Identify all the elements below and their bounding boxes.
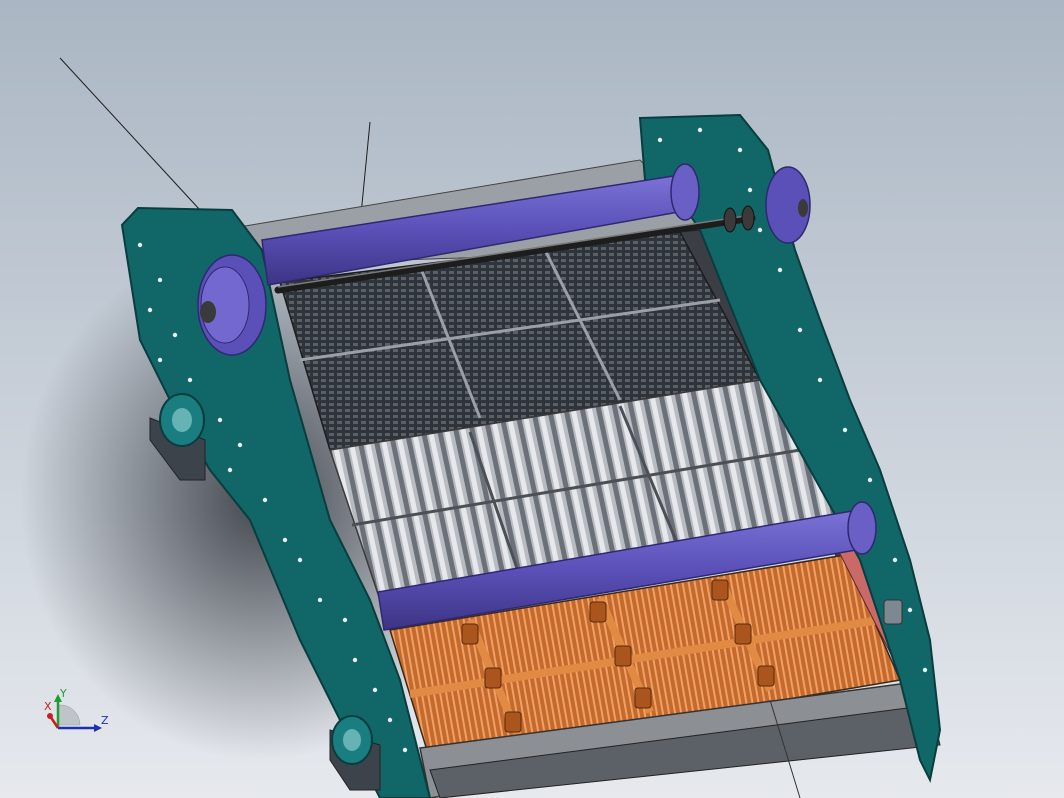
left-drive-motor-hub [172,408,192,432]
left-lower-motor-hub [343,729,361,751]
right-bearing-cap [798,199,808,217]
left-bearing-cap [200,301,216,323]
y-axis-label: Y [59,687,67,700]
lower-cross-beam-end [847,501,877,555]
z-axis-label: Z [101,714,109,727]
x-axis-label: X [44,700,52,713]
right-side-clip [883,599,903,625]
top-cross-beam-end [670,163,700,221]
cad-viewport[interactable]: Y X Z [0,0,1064,798]
x-axis-head [47,713,53,719]
assembly-scene[interactable]: Y X Z [0,0,1064,798]
